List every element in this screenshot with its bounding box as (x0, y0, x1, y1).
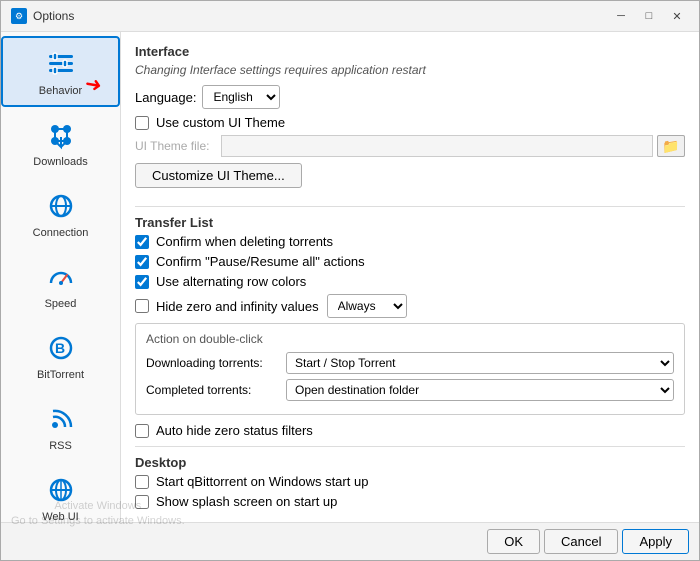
bittorrent-icon: B (43, 330, 79, 366)
rss-icon (43, 401, 79, 437)
confirm-pause-row: Confirm "Pause/Resume all" actions (135, 254, 685, 269)
interface-section: Interface Changing Interface settings re… (135, 44, 685, 198)
start-startup-checkbox[interactable] (135, 475, 149, 489)
customize-theme-button[interactable]: Customize UI Theme... (135, 163, 302, 188)
confirm-pause-label: Confirm "Pause/Resume all" actions (156, 254, 365, 269)
action-double-click-title: Action on double-click (146, 332, 674, 346)
minimize-button[interactable]: ─ (609, 7, 633, 25)
start-startup-row: Start qBittorrent on Windows start up (135, 474, 685, 489)
desktop-title: Desktop (135, 455, 685, 470)
transfer-list-title: Transfer List (135, 215, 685, 230)
sidebar-label-connection: Connection (33, 227, 89, 239)
downloading-select[interactable]: Start / Stop Torrent Open destination fo… (286, 352, 674, 374)
behavior-icon (43, 46, 79, 82)
sidebar-item-downloads[interactable]: Downloads (1, 107, 120, 178)
main-content: Interface Changing Interface settings re… (121, 32, 699, 522)
sidebar-item-rss[interactable]: RSS (1, 391, 120, 462)
confirm-pause-checkbox[interactable] (135, 255, 149, 269)
start-startup-label: Start qBittorrent on Windows start up (156, 474, 368, 489)
sidebar-label-bittorrent: BitTorrent (37, 369, 84, 381)
completed-label: Completed torrents: (146, 383, 286, 397)
close-button[interactable]: ✕ (665, 7, 689, 25)
confirm-delete-row: Confirm when deleting torrents (135, 234, 685, 249)
downloads-icon (43, 117, 79, 153)
theme-file-row: UI Theme file: 📁 (135, 135, 685, 157)
sidebar-item-bittorrent[interactable]: B BitTorrent (1, 320, 120, 391)
connection-icon (43, 188, 79, 224)
desktop-section: Desktop Start qBittorrent on Windows sta… (135, 455, 685, 509)
hide-zero-label: Hide zero and infinity values (156, 299, 319, 314)
auto-hide-zero-row: Auto hide zero status filters (135, 423, 685, 438)
ok-button[interactable]: OK (487, 529, 540, 554)
sidebar: Behavior (1, 32, 121, 522)
transfer-list-section: Transfer List Confirm when deleting torr… (135, 215, 685, 438)
auto-hide-zero-checkbox[interactable] (135, 424, 149, 438)
alternating-rows-row: Use alternating row colors (135, 274, 685, 289)
downloading-label: Downloading torrents: (146, 356, 286, 370)
auto-hide-zero-label: Auto hide zero status filters (156, 423, 313, 438)
show-splash-label: Show splash screen on start up (156, 494, 337, 509)
sidebar-item-speed[interactable]: Speed (1, 249, 120, 320)
cancel-button[interactable]: Cancel (544, 529, 618, 554)
sidebar-item-behavior[interactable]: Behavior (1, 36, 120, 107)
language-label: Language: (135, 90, 196, 105)
completed-row: Completed torrents: Open destination fol… (146, 379, 674, 401)
window-title: Options (33, 9, 74, 23)
custom-theme-checkbox[interactable] (135, 116, 149, 130)
language-row: Language: English French German (135, 85, 685, 109)
show-splash-checkbox[interactable] (135, 495, 149, 509)
completed-select[interactable]: Open destination folder Start / Stop Tor… (286, 379, 674, 401)
show-splash-row: Show splash screen on start up (135, 494, 685, 509)
downloading-row: Downloading torrents: Start / Stop Torre… (146, 352, 674, 374)
interface-subtitle: Changing Interface settings requires app… (135, 63, 685, 77)
title-bar: ⚙ Options ─ □ ✕ (1, 1, 699, 32)
footer: Activate WindowsGo to Settings to activa… (1, 522, 699, 560)
custom-theme-label: Use custom UI Theme (156, 115, 285, 130)
divider-2 (135, 446, 685, 447)
language-select[interactable]: English French German (202, 85, 280, 109)
webui-icon (43, 472, 79, 508)
window-icon: ⚙ (11, 8, 27, 24)
svg-text:B: B (55, 340, 65, 356)
sidebar-label-speed: Speed (45, 298, 77, 310)
confirm-delete-label: Confirm when deleting torrents (156, 234, 333, 249)
divider-1 (135, 206, 685, 207)
hide-zero-select[interactable]: Always Never (327, 294, 407, 318)
sidebar-label-behavior: Behavior (39, 85, 82, 97)
confirm-delete-checkbox[interactable] (135, 235, 149, 249)
theme-file-label: UI Theme file: (135, 139, 215, 153)
sidebar-label-downloads: Downloads (33, 156, 87, 168)
custom-theme-row: Use custom UI Theme (135, 115, 685, 130)
theme-file-input[interactable] (221, 135, 653, 157)
alternating-rows-checkbox[interactable] (135, 275, 149, 289)
action-double-click-group: Action on double-click Downloading torre… (135, 323, 685, 415)
speed-icon (43, 259, 79, 295)
sidebar-label-webui: Web UI (42, 511, 78, 522)
hide-zero-checkbox[interactable] (135, 299, 149, 313)
alternating-rows-label: Use alternating row colors (156, 274, 306, 289)
sidebar-item-connection[interactable]: Connection (1, 178, 120, 249)
hide-zero-row: Hide zero and infinity values Always Nev… (135, 294, 685, 318)
sidebar-label-rss: RSS (49, 440, 72, 452)
interface-title: Interface (135, 44, 685, 59)
sidebar-item-webui[interactable]: Web UI (1, 462, 120, 522)
apply-button[interactable]: Apply (622, 529, 689, 554)
browse-button[interactable]: 📁 (657, 135, 685, 157)
maximize-button[interactable]: □ (637, 7, 661, 25)
